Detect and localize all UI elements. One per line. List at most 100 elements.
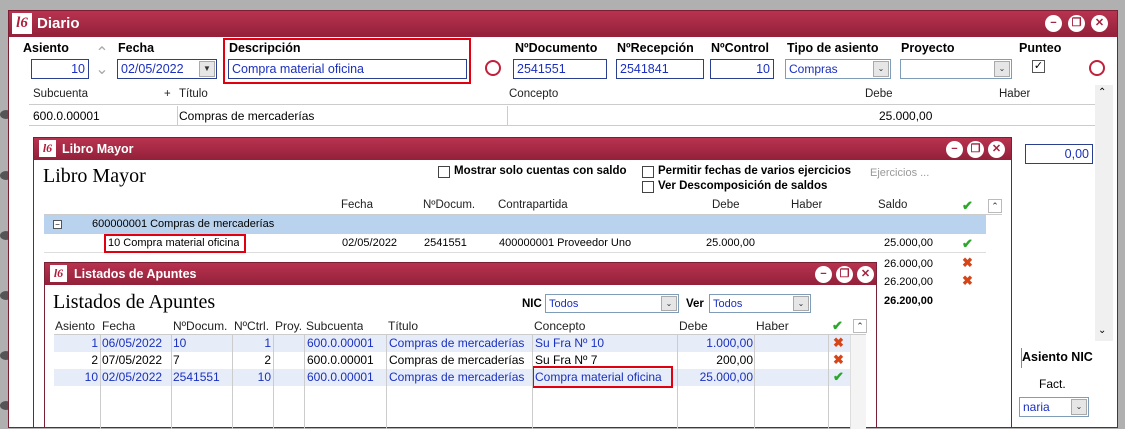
calendar-dropdown-icon[interactable]: ▼ [199, 61, 215, 77]
restore-icon[interactable]: ❐ [836, 266, 853, 283]
col-fecha: Fecha [341, 199, 373, 211]
haber-total-field[interactable]: 0,00 [1025, 144, 1093, 164]
col-ndocum: NºDocum. [423, 199, 476, 211]
col-contrapartida: Contrapartida [498, 199, 568, 211]
punteo-checkbox[interactable]: ✓ [1032, 60, 1045, 73]
naria-select[interactable]: naria ⌄ [1019, 397, 1089, 417]
chevron-down-icon[interactable]: ⌄ [994, 61, 1010, 77]
fecha-field[interactable]: 02/05/2022 ▼ [117, 59, 217, 79]
search-link-icon[interactable] [485, 60, 501, 76]
close-icon[interactable]: ✕ [1091, 15, 1108, 32]
close-icon[interactable]: ✕ [988, 141, 1005, 158]
col-haber: Haber [756, 319, 789, 333]
cross-icon: ✖ [833, 335, 844, 350]
close-icon[interactable]: ✕ [857, 266, 874, 283]
chevron-down-icon[interactable]: ⌄ [793, 296, 809, 311]
col-debe: Debe [712, 199, 740, 211]
ndocumento-field[interactable]: 2541551 [513, 59, 607, 79]
highlight-box [104, 234, 246, 253]
minimize-icon[interactable]: − [815, 266, 832, 283]
listados-grid-header: Asiento Fecha NºDocum. NºCtrl. Proy. Sub… [54, 317, 867, 335]
proyecto-select[interactable]: ⌄ [900, 59, 1012, 79]
col-subcuenta: Subcuenta [306, 319, 364, 333]
tipo-value: Compras [789, 62, 838, 76]
search-link-icon[interactable] [1089, 60, 1105, 76]
solo-saldo-label: Mostrar solo cuentas con saldo [454, 165, 627, 177]
col-concepto: Concepto [509, 88, 559, 100]
group-account: 600000001 Compras de mercaderías [92, 218, 275, 230]
check-icon: ✔ [962, 198, 973, 213]
tipo-asiento-select[interactable]: Compras ⌄ [785, 59, 891, 79]
chevron-down-icon[interactable]: ⌄ [661, 296, 677, 311]
cell-asiento: 10 [84, 370, 98, 384]
label-proyecto: Proyecto [901, 41, 955, 55]
col-subcuenta: Subcuenta [33, 88, 88, 100]
restore-icon[interactable]: ❐ [1068, 15, 1085, 32]
table-row[interactable]: 1 06/05/2022 10 1 600.0.00001 Compras de… [54, 335, 850, 352]
cell-subcuenta: 600.0.00001 [307, 353, 374, 367]
col-ndocum: NºDocum. [173, 319, 228, 333]
asiento-spinner-icon[interactable]: ⌃ ⌄ [91, 46, 113, 82]
cell-debe: 200,00 [716, 353, 753, 367]
asiento-nic-tab[interactable]: Asiento NIC [1021, 348, 1111, 368]
nrecepcion-field[interactable]: 2541841 [616, 59, 704, 79]
col-concepto: Concepto [534, 319, 586, 333]
highlight-box [532, 366, 673, 388]
check-icon: ✔ [962, 236, 973, 251]
cell-debe: 25.000,00 [879, 109, 933, 123]
listados-titlebar: l6 Listados de Apuntes − ❐ ✕ [45, 263, 876, 285]
descomp-checkbox[interactable] [642, 181, 654, 193]
scroll-down-icon[interactable]: ⌄ [1098, 325, 1106, 336]
mayor-window-title: Libro Mayor [62, 142, 134, 156]
scroll-up-icon[interactable]: ⌃ [853, 319, 867, 333]
vertical-scrollbar[interactable]: ⌃ ⌄ [1095, 85, 1113, 341]
saldo-cell: 26.200,00 [884, 276, 933, 288]
descomp-label: Ver Descomposición de saldos [658, 180, 828, 192]
col-titulo: Título [388, 319, 419, 333]
cell-subcuenta: 600.0.00001 [307, 370, 374, 384]
chevron-down-icon[interactable]: ⌄ [873, 61, 889, 77]
nic-label: NIC [522, 298, 542, 310]
permitir-checkbox[interactable] [642, 166, 654, 178]
asiento-field[interactable]: 10 [31, 59, 89, 79]
cell-nctrl: 1 [264, 336, 271, 350]
restore-icon[interactable]: ❐ [967, 141, 984, 158]
label-fecha: Fecha [118, 41, 155, 55]
cell-fecha: 02/05/2022 [342, 237, 398, 249]
nic-tab-label: Asiento NIC [1022, 350, 1093, 364]
ver-label: Ver [686, 298, 704, 310]
col-asiento: Asiento [55, 319, 96, 333]
nic-select[interactable]: Todos ⌄ [545, 294, 679, 313]
table-row[interactable]: 2 07/05/2022 7 2 600.0.00001 Compras de … [54, 352, 850, 369]
vertical-scrollbar[interactable] [850, 335, 866, 429]
cell-asiento: 2 [91, 353, 98, 367]
descripcion-field[interactable]: Compra material oficina [228, 59, 467, 79]
diario-grid-row[interactable]: 600.0.00001 Compras de mercaderías 25.00… [29, 106, 1095, 126]
mayor-heading: Libro Mayor [43, 165, 146, 187]
mayor-titlebar: l6 Libro Mayor − ❐ ✕ [34, 138, 1011, 160]
mayor-group-row[interactable]: − 600000001 Compras de mercaderías [44, 215, 986, 234]
mayor-grid-header: Fecha NºDocum. Contrapartida Debe Haber … [44, 197, 1002, 215]
cell-nctrl: 2 [264, 353, 271, 367]
col-saldo: Saldo [878, 199, 908, 211]
table-row[interactable]: 10 02/05/2022 2541551 10 600.0.00001 Com… [54, 369, 850, 386]
ejercicios-button[interactable]: Ejercicios ... [870, 167, 929, 179]
diario-titlebar: l6 Diario − ❐ ✕ [9, 11, 1117, 37]
scroll-up-icon[interactable]: ⌃ [1098, 87, 1106, 98]
col-plus: + [164, 88, 171, 100]
minimize-icon[interactable]: − [1045, 15, 1062, 32]
ncontrol-field[interactable]: 10 [710, 59, 774, 79]
collapse-icon[interactable]: − [53, 220, 62, 229]
cell-titulo: Compras de mercaderías [389, 353, 525, 367]
cell-ndocum: 2541551 [173, 370, 220, 384]
chevron-down-icon[interactable]: ⌄ [1071, 399, 1087, 415]
col-debe: Debe [865, 88, 893, 100]
cell-debe: 25.000,00 [699, 370, 753, 384]
ver-select[interactable]: Todos ⌄ [709, 294, 811, 313]
scroll-up-icon[interactable]: ⌃ [988, 199, 1002, 213]
nic-value: Todos [549, 298, 579, 310]
cross-icon: ✖ [962, 273, 973, 288]
minimize-icon[interactable]: − [946, 141, 963, 158]
label-ncontrol: NºControl [711, 41, 770, 55]
solo-saldo-checkbox[interactable] [438, 166, 450, 178]
